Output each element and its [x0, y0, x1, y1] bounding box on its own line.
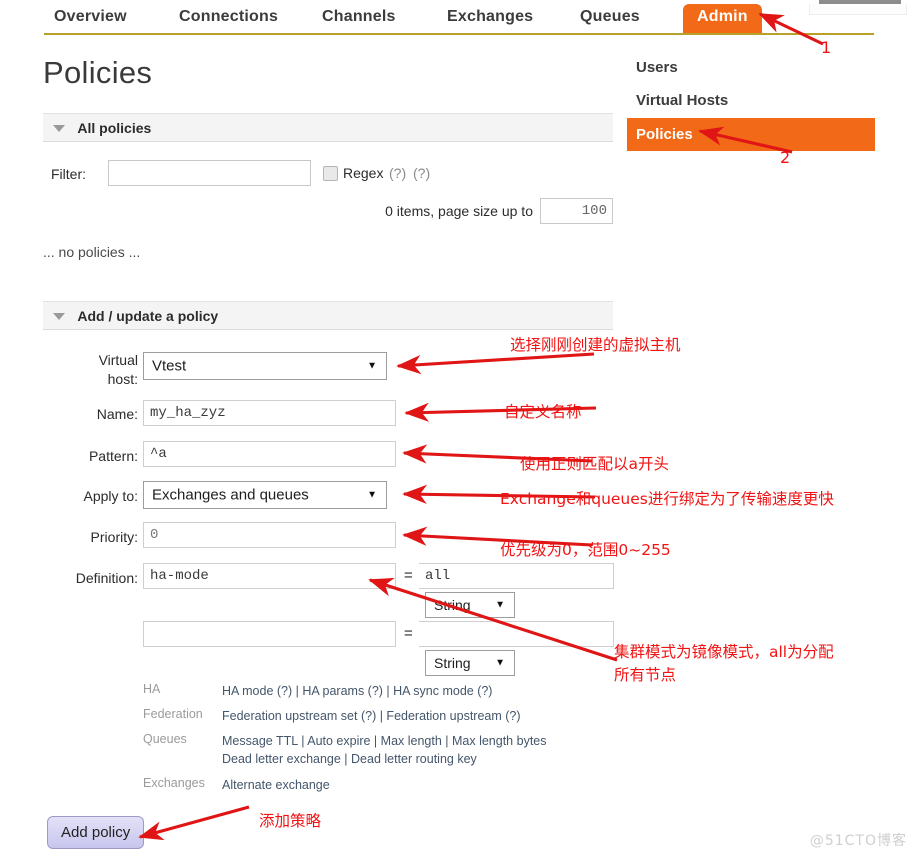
nav-tab-queues[interactable]: Queues: [570, 4, 650, 33]
sidebar-item-users[interactable]: Users: [627, 52, 875, 83]
name-input[interactable]: [143, 400, 396, 426]
hint-key-exchanges: Exchanges: [143, 775, 205, 790]
top-right-stub-inner: [809, 4, 907, 15]
hint-key-queues: Queues: [143, 732, 187, 747]
page-title: Policies: [43, 55, 153, 90]
definition-key-input-2[interactable]: [143, 621, 396, 647]
nav-tab-overview[interactable]: Overview: [44, 4, 137, 33]
hint-key-federation: Federation: [143, 707, 203, 722]
filter-label: Filter:: [51, 166, 86, 182]
policy-definition-hints: HA HA mode (?) | HA params (?) | HA sync…: [143, 682, 547, 801]
hint-value-exchanges[interactable]: Alternate exchange: [222, 776, 330, 794]
hint-row-exchanges: Exchanges Alternate exchange: [143, 776, 547, 794]
regex-help-icon-1[interactable]: (?): [389, 165, 406, 181]
priority-input[interactable]: [143, 522, 396, 548]
apply-to-select[interactable]: Exchanges and queues ▼: [143, 481, 387, 509]
chevron-down-icon-applyto: ▼: [367, 489, 377, 501]
nav-tab-channels[interactable]: Channels: [312, 4, 406, 33]
hint-value-queues-line2[interactable]: Dead letter exchange | Dead letter routi…: [222, 750, 547, 768]
annotation-pattern: 使用正则匹配以a开头: [520, 455, 669, 473]
hint-row-federation: Federation Federation upstream set (?) |…: [143, 707, 547, 725]
all-policies-section-title: All policies: [77, 120, 152, 136]
annotation-apply-to: Exchange和queues进行绑定为了传输速度更快: [500, 490, 834, 508]
nav-tab-exchanges[interactable]: Exchanges: [437, 4, 543, 33]
watermark: @51CTO博客: [809, 833, 907, 849]
page-size-input[interactable]: [540, 198, 613, 224]
admin-sidebar: Users Virtual Hosts Policies: [627, 52, 875, 153]
definition-type-select-2[interactable]: String ▼: [425, 650, 515, 676]
add-policy-section-title: Add / update a policy: [77, 308, 219, 324]
nav-underline: [44, 33, 874, 35]
definition-type-select-1[interactable]: String ▼: [425, 592, 515, 618]
definition-value-input-2[interactable]: [419, 621, 614, 647]
hint-row-ha: HA HA mode (?) | HA params (?) | HA sync…: [143, 682, 547, 700]
definition-label: Definition:: [75, 570, 138, 586]
priority-label: Priority:: [90, 529, 138, 545]
hint-row-queues: Queues Message TTL | Auto expire | Max l…: [143, 732, 547, 768]
all-policies-section-header[interactable]: All policies: [43, 113, 613, 142]
annotation-marker-1: 1: [821, 38, 832, 57]
hint-value-federation[interactable]: Federation upstream set (?) | Federation…: [222, 707, 521, 725]
annotation-marker-2: 2: [780, 148, 791, 167]
annotation-definition-line2: 所有节点: [614, 666, 677, 684]
annotation-submit: 添加策略: [259, 812, 322, 830]
hint-value-queues-wrap: Message TTL | Auto expire | Max length |…: [222, 732, 547, 768]
vhost-label-line1: Virtual: [98, 352, 138, 368]
chevron-down-icon-deftype-1: ▼: [495, 599, 505, 611]
chevron-down-icon-vhost: ▼: [367, 360, 377, 372]
nav-tab-connections[interactable]: Connections: [169, 4, 288, 33]
top-navigation: Overview Connections Channels Exchanges …: [0, 0, 919, 35]
regex-help-icon-2[interactable]: (?): [413, 165, 430, 181]
hint-value-ha[interactable]: HA mode (?) | HA params (?) | HA sync mo…: [222, 682, 492, 700]
regex-checkbox[interactable]: [323, 166, 338, 181]
pattern-label: Pattern:: [88, 448, 138, 464]
chevron-down-icon: [53, 124, 65, 132]
definition-value-input-1[interactable]: [419, 563, 614, 589]
all-policies-section: All policies: [43, 113, 613, 142]
pattern-input[interactable]: [143, 441, 396, 467]
apply-to-select-value: Exchanges and queues: [152, 486, 309, 504]
no-policies-message: ... no policies ...: [43, 244, 141, 260]
add-policy-section: Add / update a policy: [43, 301, 613, 330]
sidebar-item-policies[interactable]: Policies: [627, 118, 875, 151]
hint-value-queues-line1[interactable]: Message TTL | Auto expire | Max length |…: [222, 732, 547, 750]
annotation-vhost: 选择刚刚创建的虚拟主机: [510, 336, 681, 354]
annotation-name: 自定义名称: [504, 403, 582, 421]
nav-tab-admin[interactable]: Admin: [683, 4, 762, 35]
apply-to-label: Apply to:: [83, 488, 138, 504]
vhost-label-line2: host:: [107, 371, 138, 387]
name-label: Name:: [96, 406, 138, 422]
definition-type-value-1: String: [434, 597, 471, 613]
paging-text: 0 items, page size up to: [385, 203, 533, 219]
hint-key-ha: HA: [143, 682, 161, 696]
add-policy-button[interactable]: Add policy: [47, 816, 145, 849]
definition-equals-2: =: [404, 625, 413, 642]
definition-equals-1: =: [404, 567, 413, 584]
add-policy-section-header[interactable]: Add / update a policy: [43, 301, 613, 330]
chevron-down-icon-deftype-2: ▼: [495, 657, 505, 669]
chevron-down-icon-2: [53, 312, 65, 320]
filter-input[interactable]: [108, 160, 311, 186]
annotation-definition-line1: 集群模式为镜像模式，all为分配: [614, 643, 834, 661]
definition-type-value-2: String: [434, 655, 471, 671]
annotation-priority: 优先级为0，范围0~255: [500, 541, 671, 559]
regex-label: Regex: [343, 165, 384, 181]
vhost-select-value: Vtest: [152, 357, 187, 375]
sidebar-item-virtual-hosts[interactable]: Virtual Hosts: [627, 85, 875, 116]
vhost-select[interactable]: Vtest ▼: [143, 352, 387, 380]
definition-key-input-1[interactable]: [143, 563, 396, 589]
